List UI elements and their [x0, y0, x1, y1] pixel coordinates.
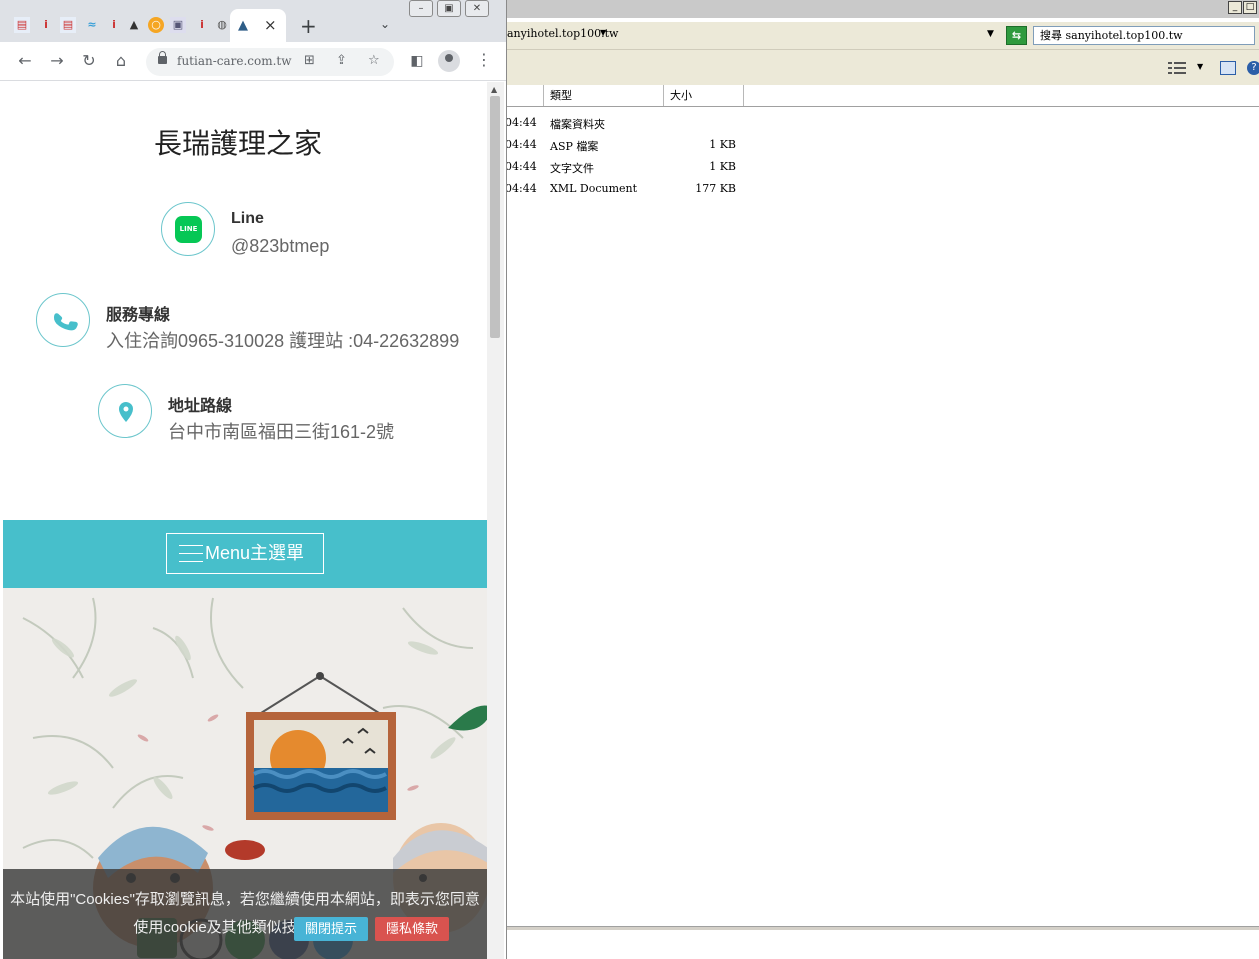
- refresh-icon[interactable]: ⇆: [1006, 26, 1027, 45]
- line-icon: LINE: [175, 216, 202, 243]
- column-size[interactable]: 大小: [664, 85, 744, 106]
- file-time: 04:44: [505, 182, 537, 195]
- file-size: 1 KB: [709, 138, 736, 151]
- file-type: 檔案資料夾: [550, 118, 605, 131]
- preview-pane-icon[interactable]: [1220, 61, 1236, 75]
- view-list-icon[interactable]: [1168, 62, 1186, 74]
- contact-phone-label: 服務專線: [106, 307, 171, 324]
- tab-favicon-info-icon[interactable]: i: [106, 17, 122, 33]
- home-icon[interactable]: ⌂: [110, 50, 132, 72]
- main-menu-button[interactable]: Menu主選單: [166, 533, 324, 574]
- tab-favicon-info-icon[interactable]: i: [38, 17, 54, 33]
- minimize-button[interactable]: –: [409, 0, 433, 17]
- contact-address-value[interactable]: 台中市南區福田三街161-2號: [168, 418, 394, 444]
- close-icon[interactable]: ×: [264, 16, 277, 34]
- column-type[interactable]: 類型: [544, 85, 664, 106]
- chevron-down-icon[interactable]: ⌄: [380, 17, 390, 31]
- main-menu-label: Menu主選單: [205, 543, 305, 563]
- contact-line-value[interactable]: @823btmep: [231, 236, 329, 257]
- chevron-down-icon[interactable]: ▼: [600, 28, 606, 37]
- file-time: 04:44: [505, 160, 537, 173]
- tab-favicon-bird-icon[interactable]: ≈: [84, 17, 100, 33]
- main-menu-bar: Menu主選單: [3, 520, 487, 588]
- translate-icon[interactable]: ⊞: [304, 53, 315, 68]
- url-text[interactable]: futian-care.com.tw: [177, 54, 292, 68]
- tab-strip: ▤ i ▤ ≈ i ▲ ○ ▣ i ◍ ▲ × + ⌄ – ▣ ✕: [0, 0, 506, 42]
- help-icon[interactable]: ?: [1247, 61, 1259, 75]
- tab-favicon-cap-icon[interactable]: ▲: [126, 17, 142, 33]
- more-menu-icon[interactable]: ⋮: [476, 50, 492, 69]
- location-pin-icon: [119, 402, 133, 422]
- browser-window: ▤ i ▤ ≈ i ▲ ○ ▣ i ◍ ▲ × + ⌄ – ▣ ✕ ← → ↻ …: [0, 0, 507, 959]
- address-dropdown-icon[interactable]: ▼: [987, 29, 994, 39]
- cookie-consent-bar: 本站使用"Cookies"存取瀏覽訊息，若您繼續使用本網站，即表示您同意使用co…: [3, 869, 487, 959]
- page-title: 長瑞護理之家: [153, 128, 322, 159]
- maximize-button[interactable]: □: [1243, 1, 1257, 14]
- tab-favicon-home-icon: ▲: [238, 18, 248, 33]
- file-size: 177 KB: [695, 182, 736, 195]
- side-panel-icon[interactable]: ◧: [406, 50, 428, 72]
- back-arrow-icon[interactable]: ←: [14, 50, 36, 72]
- explorer-divider: [507, 926, 1259, 930]
- contact-line-label: Line: [231, 210, 264, 227]
- profile-avatar[interactable]: [438, 50, 460, 72]
- file-type: XML Document: [550, 182, 638, 195]
- line-icon-circle: LINE: [161, 202, 215, 256]
- tab-favicon-news-icon[interactable]: ▤: [14, 17, 30, 33]
- file-type: 文字文件: [550, 162, 594, 175]
- file-type: ASP 檔案: [550, 140, 599, 153]
- tab-favicon-globe-icon[interactable]: ◍: [214, 17, 230, 33]
- tab-favicon-info-icon[interactable]: i: [194, 17, 210, 33]
- share-icon[interactable]: ⇪: [336, 53, 347, 68]
- new-tab-button[interactable]: +: [300, 14, 317, 38]
- file-time: 04:44: [505, 116, 537, 129]
- phone-icon: [53, 313, 78, 331]
- page-viewport: 長瑞護理之家 LINE Line @823btmep 服務專線 入住洽詢0965…: [3, 82, 487, 959]
- scrollbar-thumb[interactable]: [490, 96, 500, 338]
- tab-active[interactable]: ▲ ×: [230, 9, 286, 42]
- window-controls: – ▣ ✕: [409, 0, 489, 17]
- file-size: 1 KB: [709, 160, 736, 173]
- minimize-button[interactable]: _: [1228, 1, 1242, 14]
- address-bar[interactable]: futian-care.com.tw ⊞ ⇪ ☆: [146, 48, 394, 76]
- tab-favicon-news-icon[interactable]: ▤: [60, 17, 76, 33]
- scroll-up-arrow-icon[interactable]: ▲: [491, 85, 497, 94]
- navigation-bar: ← → ↻ ⌂ futian-care.com.tw ⊞ ⇪ ☆ ◧ ⋮: [0, 42, 506, 81]
- reload-icon[interactable]: ↻: [78, 50, 100, 72]
- close-window-button[interactable]: ✕: [465, 0, 489, 17]
- location-icon-circle: [98, 384, 152, 438]
- explorer-search-input[interactable]: 搜尋 sanyihotel.top100.tw: [1033, 26, 1255, 45]
- phone-icon-circle: [36, 293, 90, 347]
- contact-address-label: 地址路線: [168, 398, 233, 415]
- tab-favicon-doc-icon[interactable]: ▣: [170, 17, 186, 33]
- page-scrollbar[interactable]: ▲: [487, 82, 504, 959]
- tab-favicon-circle-icon[interactable]: ○: [148, 17, 164, 33]
- bookmark-star-icon[interactable]: ☆: [368, 53, 380, 68]
- contact-phone-value[interactable]: 入住洽詢0965-310028 護理站 :04-22632899: [106, 327, 459, 353]
- cookie-close-button[interactable]: 關閉提示: [294, 917, 368, 941]
- hamburger-icon: [179, 545, 203, 563]
- explorer-window-controls: _ □: [1228, 1, 1257, 14]
- lock-icon[interactable]: [158, 51, 167, 64]
- file-time: 04:44: [505, 138, 537, 151]
- forward-arrow-icon[interactable]: →: [46, 50, 68, 72]
- privacy-policy-button[interactable]: 隱私條款: [375, 917, 449, 941]
- chevron-down-icon[interactable]: ▼: [1197, 62, 1203, 71]
- restore-button[interactable]: ▣: [437, 0, 461, 17]
